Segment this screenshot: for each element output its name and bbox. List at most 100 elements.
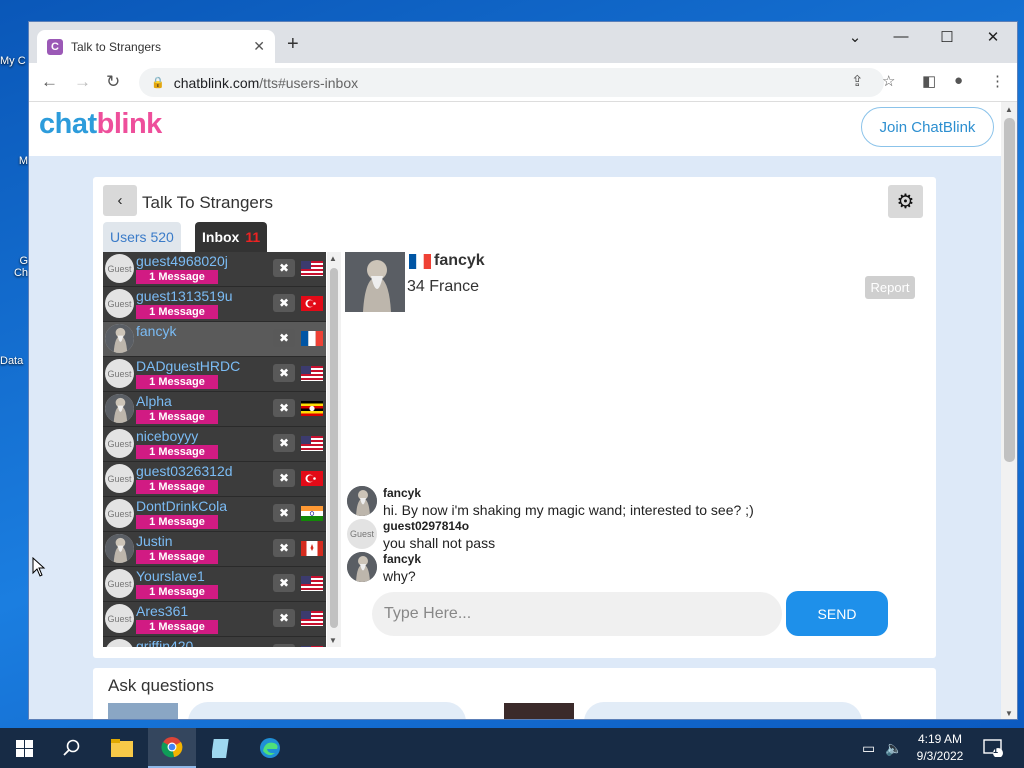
tab-close-icon[interactable]: ✕ bbox=[253, 38, 265, 55]
inbox-user-row[interactable]: Guest guest4968020j 1 Message ✖ bbox=[103, 252, 326, 287]
back-arrow-icon[interactable]: ← bbox=[41, 72, 58, 92]
windows-start-icon[interactable] bbox=[0, 728, 48, 768]
guest-avatar: Guest bbox=[105, 604, 134, 633]
edge-icon[interactable] bbox=[246, 728, 294, 768]
inbox-user-row[interactable]: Guest guest0326312d 1 Message ✖ bbox=[103, 462, 326, 497]
message-avatar[interactable] bbox=[347, 552, 377, 582]
back-chevron-button[interactable]: ‹ bbox=[103, 185, 137, 216]
inbox-user-row[interactable]: Guest niceboyyy 1 Message ✖ bbox=[103, 427, 326, 462]
inbox-user-row[interactable]: fancyk ✖ bbox=[103, 322, 326, 357]
tab-users[interactable]: Users 520 bbox=[103, 222, 181, 252]
message-count-badge: 1 Message bbox=[136, 445, 218, 459]
inbox-user-row[interactable]: Guest guest1313519u 1 Message ✖ bbox=[103, 287, 326, 322]
inbox-user-row[interactable]: Guest DADguestHRDC 1 Message ✖ bbox=[103, 357, 326, 392]
inbox-user-row[interactable]: Alpha 1 Message ✖ bbox=[103, 392, 326, 427]
scroll-down-arrow-icon[interactable]: ▼ bbox=[329, 636, 337, 645]
message-count-badge: 1 Message bbox=[136, 375, 218, 389]
desktop-icon-m[interactable]: M bbox=[0, 155, 28, 167]
remove-conversation-icon[interactable]: ✖ bbox=[273, 294, 295, 312]
profile-name-text: fancyk bbox=[434, 252, 485, 269]
inbox-user-row[interactable]: Guestgriffin420 ✖ bbox=[103, 637, 326, 647]
browser-tab[interactable]: C Talk to Strangers ✕ bbox=[37, 30, 275, 63]
inbox-user-name: niceboyyy bbox=[136, 428, 199, 444]
desktop-icon-label: Data bbox=[0, 355, 24, 367]
message-author[interactable]: guest0297814o bbox=[383, 519, 469, 533]
remove-conversation-icon[interactable]: ✖ bbox=[273, 609, 295, 627]
clock-date: 9/3/2022 bbox=[916, 749, 964, 763]
remove-conversation-icon[interactable]: ✖ bbox=[273, 259, 295, 277]
send-button[interactable]: SEND bbox=[786, 591, 888, 636]
message-count-badge: 1 Message bbox=[136, 550, 218, 564]
minimize-button[interactable]: — bbox=[886, 28, 916, 45]
remove-conversation-icon[interactable]: ✖ bbox=[273, 644, 295, 647]
inbox-user-row[interactable]: Guest Ares361 1 Message ✖ bbox=[103, 602, 326, 637]
tab-search-icon[interactable]: ⌄ bbox=[840, 28, 870, 46]
web-page: chatblink Join ChatBlink ‹ Talk To Stran… bbox=[29, 102, 1001, 719]
inbox-user-row[interactable]: Guest DontDrinkCola 1 Message ✖ bbox=[103, 497, 326, 532]
inbox-user-row[interactable]: Guest Yourslave1 1 Message ✖ bbox=[103, 567, 326, 602]
message-author[interactable]: fancyk bbox=[383, 552, 421, 566]
question-bubble[interactable]: What's one thing no one knows bbox=[584, 702, 862, 719]
question-bubble[interactable]: what language do you wish you bbox=[188, 702, 466, 719]
scroll-up-arrow-icon[interactable]: ▲ bbox=[329, 254, 337, 263]
message-input[interactable] bbox=[372, 592, 782, 636]
side-panel-icon[interactable]: ◧ bbox=[922, 72, 936, 90]
scroll-up-arrow-icon[interactable]: ▲ bbox=[1005, 105, 1013, 114]
inbox-scrollbar[interactable]: ▲ ▼ bbox=[327, 252, 341, 647]
scroll-down-arrow-icon[interactable]: ▼ bbox=[1005, 709, 1013, 718]
question-image[interactable] bbox=[504, 703, 574, 719]
remove-conversation-icon[interactable]: ✖ bbox=[273, 329, 295, 347]
user-avatar bbox=[105, 324, 134, 353]
scroll-thumb[interactable] bbox=[330, 268, 338, 628]
desktop-icon-label: M bbox=[18, 155, 28, 167]
report-button[interactable]: Report bbox=[865, 276, 915, 299]
logo-part-blink: blink bbox=[96, 108, 163, 140]
question-image[interactable] bbox=[108, 703, 178, 719]
inbox-user-name: guest1313519u bbox=[136, 288, 233, 304]
share-icon[interactable]: ⇪ bbox=[851, 72, 864, 90]
message-text: you shall not pass bbox=[383, 535, 496, 551]
url-text: chatblink.com/tts#users-inbox bbox=[174, 75, 358, 91]
remove-conversation-icon[interactable]: ✖ bbox=[273, 364, 295, 382]
bookmark-star-icon[interactable]: ☆ bbox=[882, 72, 895, 90]
inbox-user-name: Justin bbox=[136, 533, 173, 549]
network-icon[interactable]: ▭ bbox=[862, 728, 875, 768]
remove-conversation-icon[interactable]: ✖ bbox=[273, 469, 295, 487]
remove-conversation-icon[interactable]: ✖ bbox=[273, 504, 295, 522]
address-bar[interactable]: 🔒 chatblink.com/tts#users-inbox bbox=[139, 68, 884, 97]
menu-kebab-icon[interactable]: ⋮ bbox=[990, 72, 1005, 90]
message-author[interactable]: fancyk bbox=[383, 486, 421, 500]
maximize-button[interactable]: ☐ bbox=[932, 28, 962, 46]
remove-conversation-icon[interactable]: ✖ bbox=[273, 434, 295, 452]
gear-icon[interactable]: ⚙ bbox=[888, 185, 923, 218]
flag-france-icon bbox=[409, 254, 431, 269]
inbox-user-row[interactable]: Justin 1 Message ✖ bbox=[103, 532, 326, 567]
tab-inbox[interactable]: Inbox 11 bbox=[195, 222, 268, 252]
reload-icon[interactable]: ↻ bbox=[106, 72, 120, 92]
clock[interactable]: 4:19 AM 9/3/2022 bbox=[905, 731, 975, 765]
remove-conversation-icon[interactable]: ✖ bbox=[273, 574, 295, 592]
message-avatar[interactable] bbox=[347, 486, 377, 516]
new-tab-button[interactable]: + bbox=[287, 33, 299, 56]
volume-icon[interactable]: 🔈 bbox=[885, 728, 902, 768]
site-header: chatblink Join ChatBlink bbox=[29, 102, 1001, 156]
search-icon[interactable] bbox=[48, 728, 96, 768]
remove-conversation-icon[interactable]: ✖ bbox=[273, 539, 295, 557]
desktop-icon-chrome[interactable]: G Ch bbox=[0, 255, 28, 279]
file-explorer-icon[interactable] bbox=[98, 728, 146, 768]
profile-avatar[interactable] bbox=[345, 252, 405, 312]
taskbar: ▭ 🔈 4:19 AM 9/3/2022 1 bbox=[0, 728, 1024, 768]
join-chatblink-button[interactable]: Join ChatBlink bbox=[861, 107, 994, 147]
chatblink-logo[interactable]: chatblink bbox=[39, 108, 162, 141]
forward-arrow-icon[interactable]: → bbox=[74, 72, 91, 92]
notification-center-icon[interactable]: 1 bbox=[983, 728, 1003, 768]
page-scrollbar[interactable]: ▲ ▼ bbox=[1001, 102, 1017, 719]
remove-conversation-icon[interactable]: ✖ bbox=[273, 399, 295, 417]
profile-icon[interactable]: ● bbox=[954, 72, 963, 89]
chrome-icon[interactable] bbox=[148, 728, 196, 768]
close-window-button[interactable]: ✕ bbox=[978, 28, 1008, 46]
scroll-thumb[interactable] bbox=[1004, 118, 1015, 462]
desktop-icon-my-computer[interactable]: My C bbox=[0, 55, 28, 67]
notepad-icon[interactable] bbox=[198, 728, 246, 768]
desktop-icon-data[interactable]: Data bbox=[0, 355, 28, 367]
